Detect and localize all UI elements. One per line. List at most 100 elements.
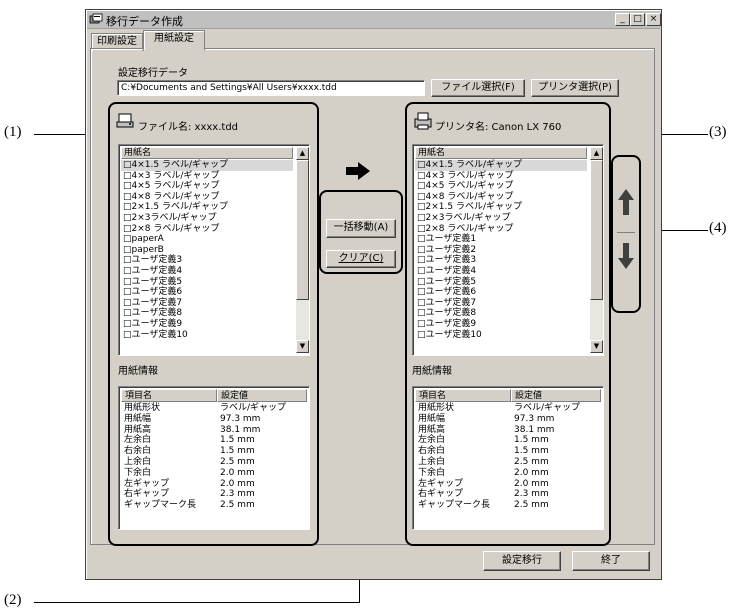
paper-list-item[interactable]: □ユーザ定義4 bbox=[415, 266, 587, 277]
callout-2-line bbox=[34, 602, 360, 603]
table-row: 左余白 1.5 mm bbox=[415, 435, 601, 446]
paper-list-item[interactable]: □ユーザ定義10 bbox=[415, 330, 587, 341]
item-name-cell: ギャップマーク長 bbox=[418, 500, 491, 511]
value-cell: 1.5 mm bbox=[514, 435, 549, 446]
paper-list-item[interactable]: □4×8 ラベル/ギャップ bbox=[415, 192, 587, 203]
source-list-scrollbar[interactable]: ▲ ▼ bbox=[296, 147, 309, 353]
value-cell: 2.3 mm bbox=[220, 489, 255, 500]
value-column-header: 設定値 bbox=[511, 389, 601, 402]
item-name-cell: 下余白 bbox=[418, 467, 446, 478]
move-all-button[interactable]: 一括移動(A) bbox=[326, 219, 396, 238]
scroll-thumb[interactable] bbox=[590, 160, 603, 300]
paper-list-item[interactable]: □ユーザ定義7 bbox=[121, 298, 293, 309]
maximize-button[interactable]: □ bbox=[630, 13, 645, 26]
table-row: 左ギャップ 2.0 mm bbox=[121, 479, 307, 490]
paper-list-item[interactable]: □4×1.5 ラベル/ギャップ bbox=[415, 160, 587, 171]
minimize-button[interactable]: _ bbox=[615, 13, 630, 26]
item-name-cell: 用紙幅 bbox=[124, 413, 152, 424]
printer-icon bbox=[413, 112, 433, 133]
paper-list-item[interactable]: □ユーザ定義1 bbox=[415, 234, 587, 245]
source-paper-info-table: 項目名 設定値 用紙形状 ラベル/ギャップ 用紙幅 97.3 mm 用紙高 38.1 mm… bbox=[118, 386, 310, 530]
item-name-cell: 右余白 bbox=[418, 446, 446, 457]
item-name-cell: 用紙幅 bbox=[418, 413, 446, 424]
value-cell: 2.5 mm bbox=[220, 456, 255, 467]
source-data-label: 設定移行データ bbox=[118, 68, 188, 79]
printer-paper-info-rows: 用紙形状 ラベル/ギャップ 用紙幅 97.3 mm 用紙高 38.1 mm 左余白 1.5 m… bbox=[415, 403, 601, 511]
paper-list-item[interactable]: □paperB bbox=[121, 245, 293, 256]
scroll-thumb[interactable] bbox=[296, 160, 309, 300]
value-cell: 97.3 mm bbox=[514, 413, 555, 424]
value-cell: 38.1 mm bbox=[220, 424, 261, 435]
exit-button[interactable]: 終了 bbox=[572, 551, 650, 571]
paper-list-item[interactable]: □ユーザ定義3 bbox=[121, 255, 293, 266]
paper-list-item[interactable]: □ユーザ定義3 bbox=[415, 255, 587, 266]
select-file-button[interactable]: ファイル選択(F) bbox=[431, 79, 525, 97]
paper-list-item[interactable]: □4×3 ラベル/ギャップ bbox=[121, 171, 293, 182]
item-name-cell: 右余白 bbox=[124, 446, 152, 457]
move-up-arrow-icon[interactable] bbox=[618, 189, 634, 218]
item-name-cell: 右ギャップ bbox=[418, 489, 464, 500]
paper-list-item[interactable]: □4×5 ラベル/ギャップ bbox=[121, 181, 293, 192]
move-right-arrow-icon bbox=[346, 162, 370, 183]
item-name-cell: 用紙形状 bbox=[418, 403, 455, 413]
value-cell: 2.0 mm bbox=[220, 478, 255, 489]
paper-list-item[interactable]: □2×1.5 ラベル/ギャップ bbox=[121, 202, 293, 213]
move-down-arrow-icon[interactable] bbox=[618, 243, 634, 272]
table-row: 下余白 2.0 mm bbox=[415, 468, 601, 479]
table-row: 左余白 1.5 mm bbox=[121, 435, 307, 446]
paper-list-item[interactable]: □paperA bbox=[121, 234, 293, 245]
paper-list-item[interactable]: □4×3 ラベル/ギャップ bbox=[415, 171, 587, 182]
source-paper-info-rows: 用紙形状 ラベル/ギャップ 用紙幅 97.3 mm 用紙高 38.1 mm 左余白 1.5 m… bbox=[121, 403, 307, 511]
file-name-label: ファイル名: xxxx.tdd bbox=[138, 122, 239, 133]
printer-paper-list[interactable]: 用紙名 □4×1.5 ラベル/ギャップ □4×3 ラベル/ギャップ □4×5 ラベル… bbox=[412, 144, 604, 356]
item-name-column-header: 項目名 bbox=[121, 389, 217, 402]
paper-list-item[interactable]: □ユーザ定義8 bbox=[121, 308, 293, 319]
source-path-field[interactable]: C:¥Documents and Settings¥All Users¥xxxx… bbox=[117, 80, 425, 96]
paper-list-item[interactable]: □ユーザ定義7 bbox=[415, 298, 587, 309]
dialog-window: 移行データ作成 _ □ × 印刷設定 用紙設定 設定移行データ C:¥Docum… bbox=[85, 9, 662, 580]
migrate-settings-button[interactable]: 設定移行 bbox=[483, 551, 561, 571]
clear-button[interactable]: クリア(C) bbox=[326, 250, 396, 268]
paper-list-item[interactable]: □4×5 ラベル/ギャップ bbox=[415, 181, 587, 192]
paper-list-item[interactable]: □ユーザ定義5 bbox=[415, 277, 587, 288]
tab-paper-settings[interactable]: 用紙設定 bbox=[143, 30, 205, 51]
value-cell: 97.3 mm bbox=[220, 413, 261, 424]
value-cell: 2.5 mm bbox=[514, 456, 549, 467]
close-button[interactable]: × bbox=[646, 13, 661, 26]
value-cell: 1.5 mm bbox=[514, 446, 549, 457]
paper-list-item[interactable]: □ユーザ定義6 bbox=[415, 287, 587, 298]
printer-list-scrollbar[interactable]: ▲ ▼ bbox=[590, 147, 603, 353]
paper-list-item[interactable]: □ユーザ定義4 bbox=[121, 266, 293, 277]
paper-list-item[interactable]: □ユーザ定義5 bbox=[121, 277, 293, 288]
paper-list-item[interactable]: □ユーザ定義10 bbox=[121, 330, 293, 341]
value-cell: 38.1 mm bbox=[514, 424, 555, 435]
source-paper-list[interactable]: 用紙名 □4×1.5 ラベル/ギャップ □4×3 ラベル/ギャップ □4×5 ラベル… bbox=[118, 144, 310, 356]
scroll-up-arrow-icon[interactable]: ▲ bbox=[590, 147, 603, 160]
scroll-down-arrow-icon[interactable]: ▼ bbox=[296, 340, 309, 353]
value-cell: 2.3 mm bbox=[514, 489, 549, 500]
paper-list-item[interactable]: □ユーザ定義9 bbox=[415, 319, 587, 330]
paper-list-item[interactable]: □4×8 ラベル/ギャップ bbox=[121, 192, 293, 203]
paper-list-item[interactable]: □ユーザ定義9 bbox=[121, 319, 293, 330]
table-row: 用紙形状 ラベル/ギャップ bbox=[121, 403, 307, 414]
value-cell: 2.0 mm bbox=[514, 467, 549, 478]
table-row: 用紙幅 97.3 mm bbox=[415, 414, 601, 425]
scroll-up-arrow-icon[interactable]: ▲ bbox=[296, 147, 309, 160]
paper-list-item[interactable]: □4×1.5 ラベル/ギャップ bbox=[121, 160, 293, 171]
scroll-down-arrow-icon[interactable]: ▼ bbox=[590, 340, 603, 353]
paper-list-item[interactable]: □2×3ラベル/ギャップ bbox=[415, 213, 587, 224]
paper-list-item[interactable]: □ユーザ定義8 bbox=[415, 308, 587, 319]
table-row: 左ギャップ 2.0 mm bbox=[415, 479, 601, 490]
paper-list-item[interactable]: □2×1.5 ラベル/ギャップ bbox=[415, 202, 587, 213]
paper-list-item[interactable]: □2×8 ラベル/ギャップ bbox=[121, 224, 293, 235]
table-row: 下余白 2.0 mm bbox=[121, 468, 307, 479]
printer-paper-items: □4×1.5 ラベル/ギャップ □4×3 ラベル/ギャップ □4×5 ラベル/ギャッ… bbox=[415, 160, 587, 340]
value-cell: 2.5 mm bbox=[220, 500, 255, 511]
value-cell: 2.0 mm bbox=[514, 478, 549, 489]
window-title: 移行データ作成 bbox=[106, 15, 183, 28]
paper-list-item[interactable]: □ユーザ定義2 bbox=[415, 245, 587, 256]
paper-list-item[interactable]: □ユーザ定義6 bbox=[121, 287, 293, 298]
paper-list-item[interactable]: □2×3ラベル/ギャップ bbox=[121, 213, 293, 224]
select-printer-button[interactable]: プリンタ選択(P) bbox=[531, 79, 619, 97]
paper-list-item[interactable]: □2×8 ラベル/ギャップ bbox=[415, 224, 587, 235]
